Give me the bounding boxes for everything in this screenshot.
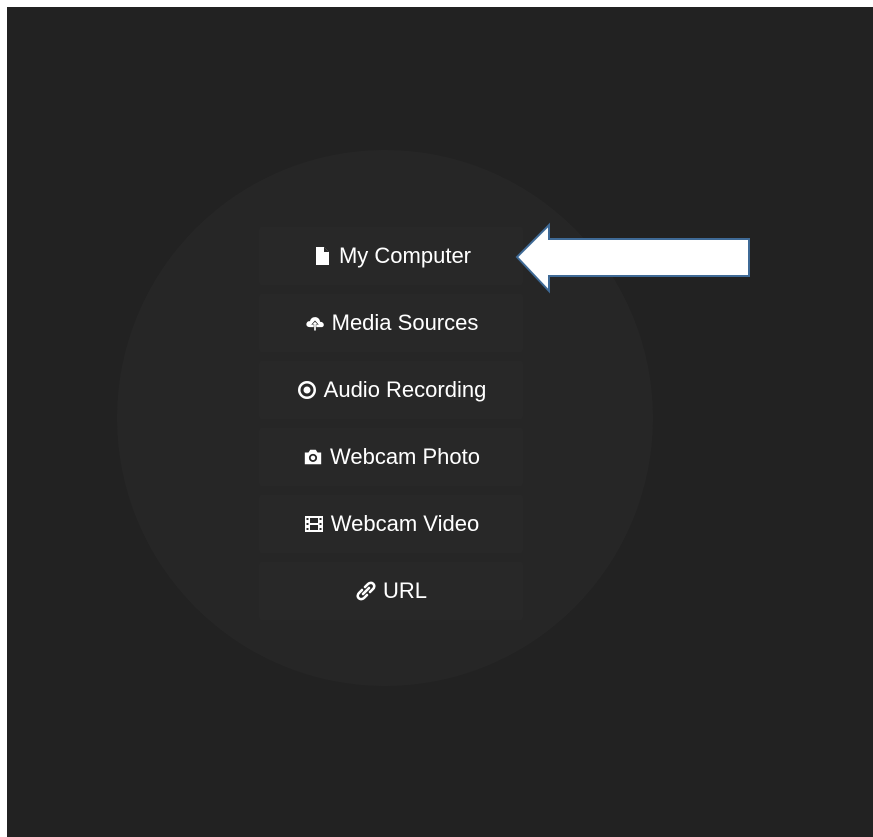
audio-recording-label: Audio Recording	[323, 377, 487, 402]
webcam-photo-button[interactable]: Webcam Photo	[259, 428, 523, 486]
my-computer-button[interactable]: My Computer	[259, 227, 523, 285]
media-sources-button[interactable]: Media Sources	[259, 294, 523, 352]
media-sources-label: Media Sources	[331, 310, 479, 335]
record-icon	[296, 379, 318, 401]
audio-recording-button[interactable]: Audio Recording	[259, 361, 523, 419]
upload-source-panel: My Computer Media Sources Audio Recordin…	[7, 7, 873, 837]
url-label: URL	[382, 578, 427, 603]
my-computer-label: My Computer	[338, 243, 472, 268]
camera-icon	[302, 446, 324, 468]
url-button[interactable]: URL	[259, 562, 523, 620]
annotation-arrow	[515, 222, 750, 294]
cloud-upload-icon	[304, 312, 326, 334]
webcam-photo-label: Webcam Photo	[329, 444, 480, 469]
webcam-video-button[interactable]: Webcam Video	[259, 495, 523, 553]
webcam-video-label: Webcam Video	[330, 511, 480, 536]
link-icon	[355, 580, 377, 602]
file-icon	[311, 245, 333, 267]
film-icon	[303, 513, 325, 535]
